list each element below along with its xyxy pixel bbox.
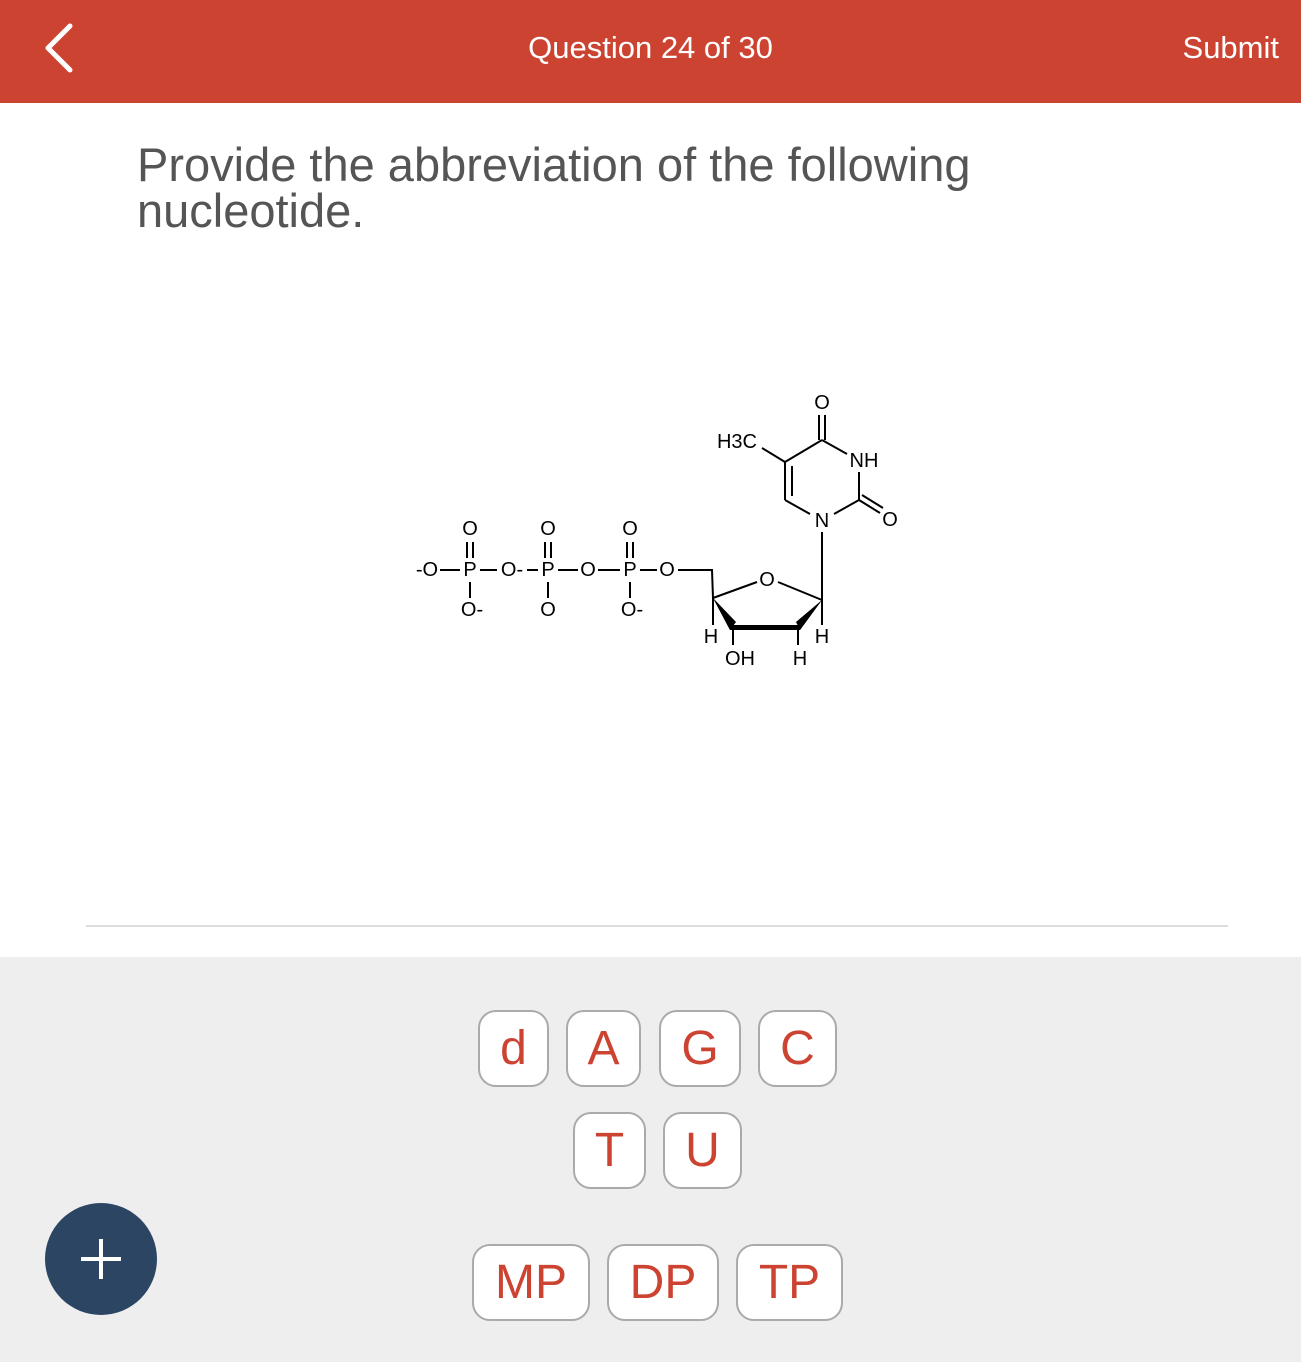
atom-label: P <box>541 559 554 581</box>
atom-label: P <box>623 559 636 581</box>
atom-label: -O <box>416 559 438 581</box>
key-u[interactable]: U <box>663 1112 742 1189</box>
key-a[interactable]: A <box>566 1010 641 1087</box>
atom-label: H <box>704 626 718 648</box>
atom-label: O <box>462 518 478 540</box>
key-dp[interactable]: DP <box>607 1244 719 1321</box>
key-mp[interactable]: MP <box>472 1244 590 1321</box>
key-g[interactable]: G <box>659 1010 741 1087</box>
atom-label: O <box>540 599 556 621</box>
divider <box>86 925 1228 927</box>
key-tp[interactable]: TP <box>736 1244 843 1321</box>
key-c[interactable]: C <box>758 1010 837 1087</box>
atom-label: H3C <box>717 431 757 453</box>
atom-label: P <box>463 559 476 581</box>
atom-label: N <box>815 510 829 532</box>
atom-label: H <box>815 626 829 648</box>
atom-label: O- <box>501 559 523 581</box>
atom-label: H <box>793 648 807 670</box>
key-d[interactable]: d <box>478 1010 549 1087</box>
atom-label: O <box>759 569 775 591</box>
atom-label: O <box>622 518 638 540</box>
nucleotide-structure: -O P O- P O P O O O O O- O O- O H OH H H… <box>416 392 898 670</box>
atom-label: O <box>882 509 898 531</box>
key-t[interactable]: T <box>573 1112 646 1189</box>
atom-label: O- <box>621 599 643 621</box>
atom-label: O- <box>461 599 483 621</box>
plus-icon[interactable] <box>45 1203 157 1315</box>
atom-label: NH <box>850 450 879 472</box>
atom-label: O <box>580 559 596 581</box>
atom-label: O <box>540 518 556 540</box>
atom-label: OH <box>725 648 755 670</box>
atom-label: O <box>659 559 675 581</box>
atom-label: O <box>814 392 830 414</box>
